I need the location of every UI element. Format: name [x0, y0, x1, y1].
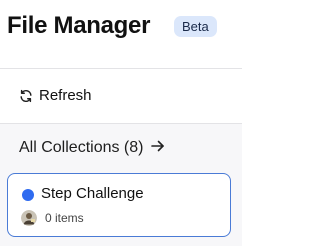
all-collections-link[interactable]: All Collections (8)	[19, 139, 165, 157]
toolbar: Refresh	[0, 69, 242, 123]
collection-name: Step Challenge	[41, 185, 144, 202]
collection-color-dot	[22, 189, 34, 201]
arrow-right-icon	[151, 139, 165, 157]
refresh-label: Refresh	[39, 87, 92, 104]
collections-panel: All Collections (8) Step Challenge 0 ite…	[0, 124, 242, 246]
refresh-icon	[19, 89, 33, 103]
all-collections-label: All Collections (8)	[19, 139, 144, 156]
collection-card[interactable]: Step Challenge 0 items	[7, 173, 231, 237]
collection-item-count: 0 items	[45, 211, 84, 225]
refresh-button[interactable]: Refresh	[19, 87, 92, 104]
app-header: File Manager Beta	[0, 0, 242, 56]
page-title: File Manager	[7, 12, 151, 39]
beta-badge: Beta	[174, 16, 217, 37]
user-avatar-icon	[21, 210, 37, 226]
